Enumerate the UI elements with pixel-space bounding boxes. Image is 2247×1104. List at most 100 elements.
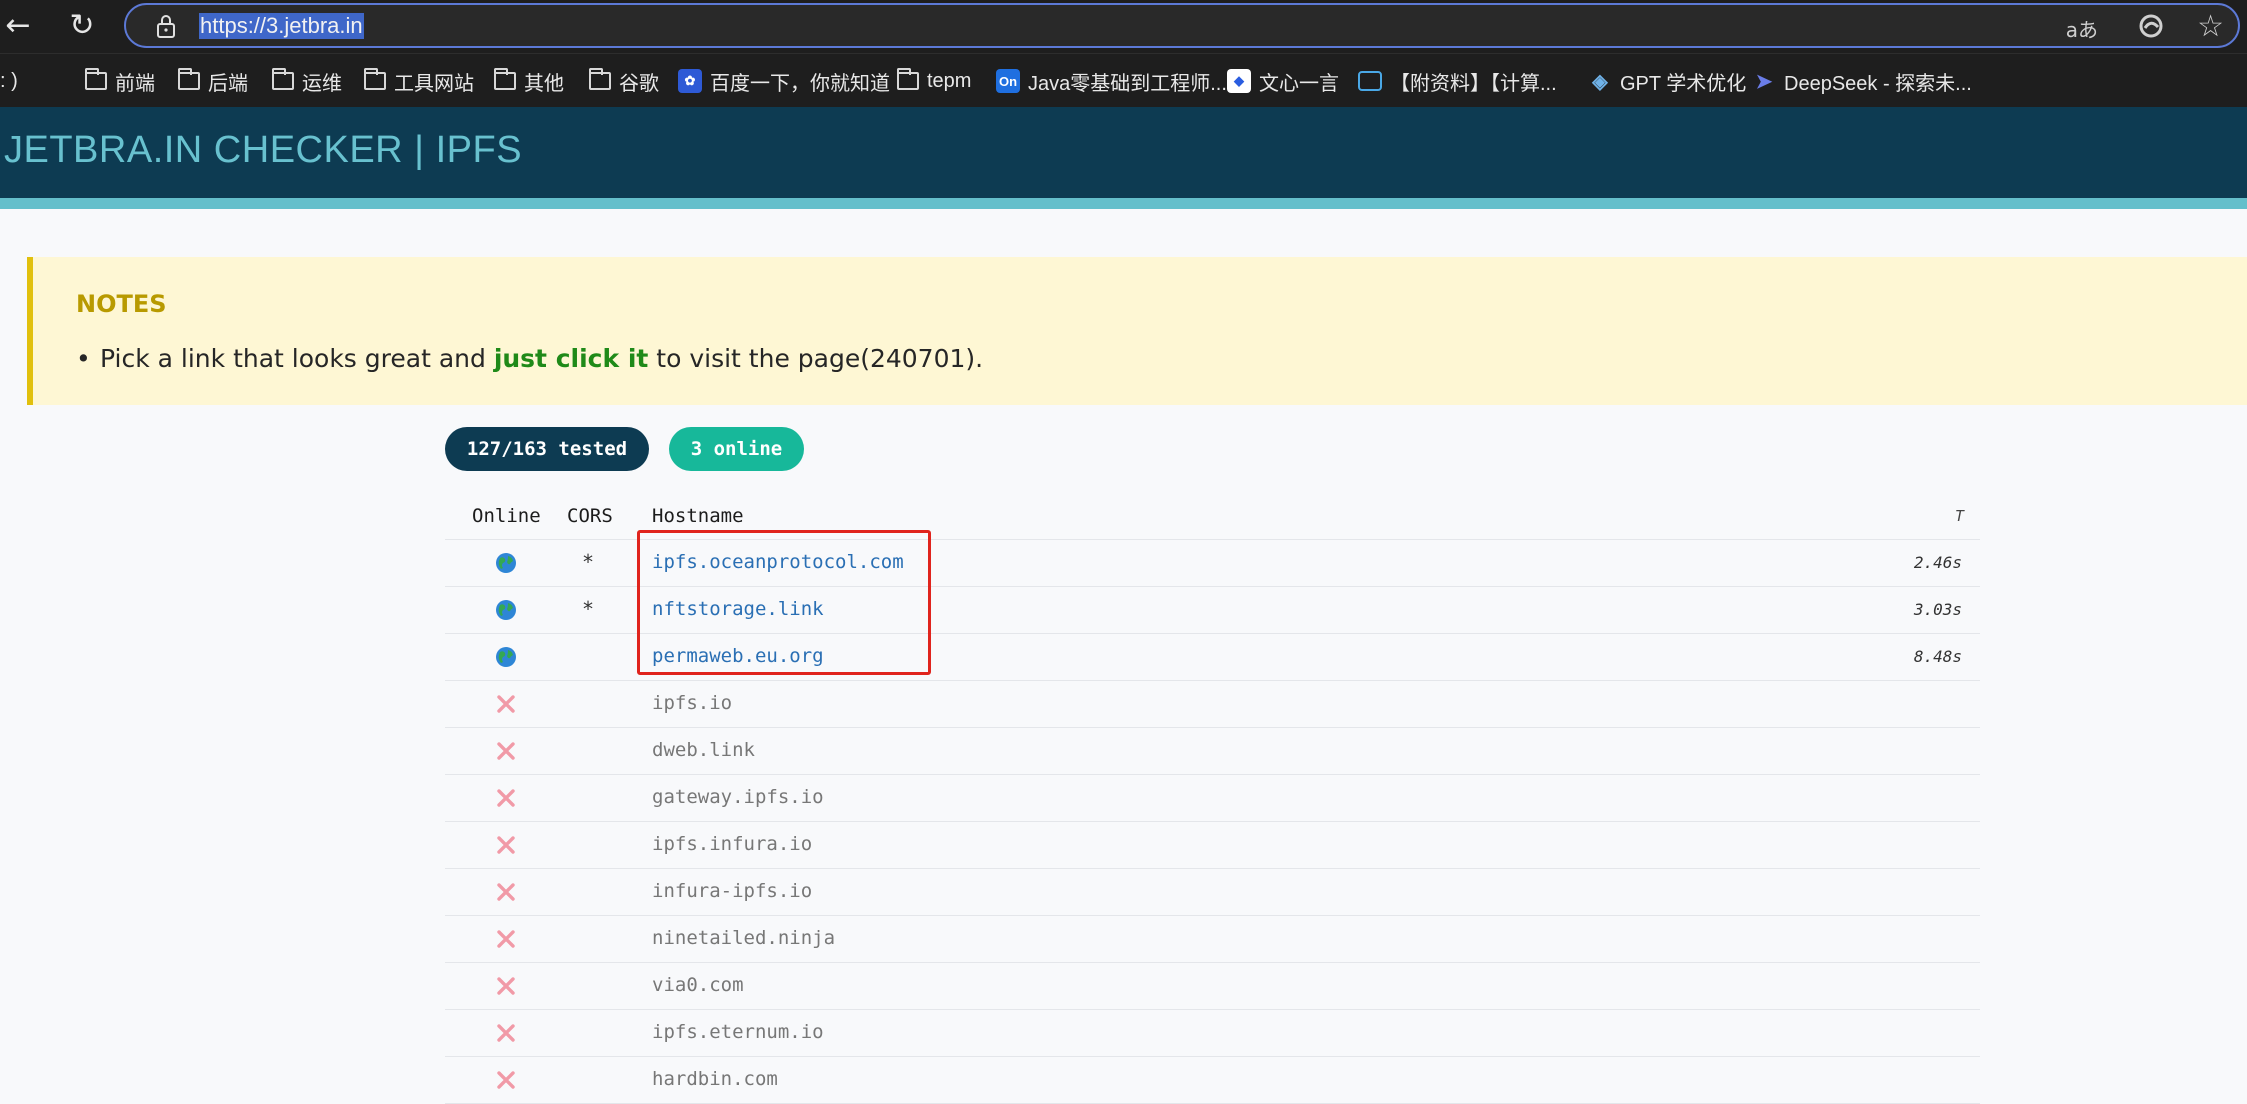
notes-emphasis: just click it xyxy=(493,344,649,373)
bookmark-folder[interactable]: 其他 xyxy=(494,68,564,95)
response-time-cell: 8.48s xyxy=(1913,647,1962,666)
offline-x-icon xyxy=(497,695,515,713)
browser-toolbar: ← ↻ https://3.jetbra.in aあ ☆ xyxy=(0,0,2247,53)
bookmark-folder[interactable]: 后端 xyxy=(178,68,248,95)
bookmark-item[interactable]: 【附资料】【计算... xyxy=(1358,68,1557,95)
hostname-text: hardbin.com xyxy=(652,1068,778,1090)
globe-online-icon xyxy=(496,600,516,620)
response-time-cell: 3.03s xyxy=(1913,600,1962,619)
favorite-star-icon[interactable]: ☆ xyxy=(2197,9,2224,44)
bookmark-item[interactable]: ◆ 文心一言 xyxy=(1227,68,1339,95)
bookmark-item[interactable]: On Java零基础到工程师... xyxy=(996,68,1227,95)
bookmark-folder[interactable]: 运维 xyxy=(272,68,342,95)
bookmark-label: GPT 学术优化 xyxy=(1620,72,1747,95)
response-time-cell: 2.46s xyxy=(1913,553,1962,572)
offline-x-icon xyxy=(497,742,515,760)
offline-x-icon xyxy=(497,977,515,995)
hostname-text: ipfs.eternum.io xyxy=(652,1021,824,1043)
bookmark-folder[interactable]: tepm xyxy=(897,68,971,94)
bookmark-label: DeepSeek - 探索未... xyxy=(1784,72,1972,95)
oneline-icon: On xyxy=(996,69,1020,93)
hostname-text: infura-ipfs.io xyxy=(652,880,813,902)
notes-text-after: to visit the page(240701). xyxy=(648,344,984,373)
hostname-text: ipfs.infura.io xyxy=(652,833,813,855)
tested-count-badge: 127/163 tested xyxy=(445,427,649,471)
notes-text-before: Pick a link that looks great and xyxy=(100,344,494,373)
deepseek-icon: ➤ xyxy=(1755,70,1773,93)
wenxin-icon: ◆ xyxy=(1227,69,1251,93)
highlight-annotation-box xyxy=(637,530,931,675)
table-row: dweb.link xyxy=(445,728,1980,775)
hostname-text: ninetailed.ninja xyxy=(652,927,836,949)
page-header: JETBRA.IN CHECKER | IPFS xyxy=(0,107,2247,198)
offline-x-icon xyxy=(497,1071,515,1089)
bookmark-folder[interactable]: 工具网站 xyxy=(364,68,474,95)
globe-online-icon xyxy=(496,647,516,667)
edge-icon[interactable] xyxy=(2138,13,2164,39)
hostname-text: dweb.link xyxy=(652,739,755,761)
offline-x-icon xyxy=(497,883,515,901)
table-row: ipfs.eternum.io xyxy=(445,1010,1980,1057)
folder-icon xyxy=(364,68,386,90)
hostname-text: ipfs.io xyxy=(652,692,733,714)
bookmark-item[interactable]: ◈ GPT 学术优化 xyxy=(1588,68,1747,95)
lock-icon[interactable] xyxy=(154,13,178,39)
bookmarks-bar: : ) 前端 后端 运维 工具网站 其他 谷歌 ✿ 百度一下，你就知道 tepm… xyxy=(0,53,2247,107)
notes-title: NOTES xyxy=(76,290,167,318)
table-row: infura-ipfs.io xyxy=(445,869,1980,916)
table-row: ipfs.infura.io xyxy=(445,822,1980,869)
gpt-icon: ◈ xyxy=(1592,70,1608,93)
bookmark-folder[interactable]: 谷歌 xyxy=(589,68,659,95)
notes-item: • Pick a link that looks great and just c… xyxy=(76,344,983,373)
read-aloud-icon[interactable]: aあ xyxy=(2066,14,2098,43)
bookmark-label: 文心一言 xyxy=(1259,72,1339,95)
bookmark-label: 运维 xyxy=(302,72,342,95)
back-arrow-icon[interactable]: ← xyxy=(0,8,36,44)
bookmark-label: 百度一下，你就知道 xyxy=(710,72,890,95)
column-header-hostname[interactable]: Hostname xyxy=(652,505,744,527)
address-bar[interactable]: https://3.jetbra.in aあ ☆ xyxy=(124,3,2240,48)
offline-x-icon xyxy=(497,836,515,854)
notes-box: NOTES • Pick a link that looks great and … xyxy=(27,257,2247,405)
bullet: • xyxy=(76,344,91,373)
bookmark-folder[interactable]: 前端 xyxy=(85,68,155,95)
url-text[interactable]: https://3.jetbra.in xyxy=(199,13,364,39)
bookmark-label: tepm xyxy=(927,69,972,92)
folder-icon xyxy=(494,68,516,90)
bookmark-label: : ) xyxy=(0,69,18,92)
bookmark-label: 【附资料】【计算... xyxy=(1390,72,1557,95)
header-stripe xyxy=(0,198,2247,209)
bookmark-label: 后端 xyxy=(208,72,248,95)
bookmark-label: 工具网站 xyxy=(394,72,474,95)
bookmark-label: Java零基础到工程师... xyxy=(1028,72,1227,95)
table-row: via0.com xyxy=(445,963,1980,1010)
bookmark-item[interactable]: : ) xyxy=(0,68,18,94)
table-row: ninetailed.ninja xyxy=(445,916,1980,963)
bookmark-label: 谷歌 xyxy=(619,72,659,95)
column-header-online[interactable]: Online xyxy=(472,505,541,527)
column-header-time[interactable]: T xyxy=(1955,507,1964,525)
bilibili-icon xyxy=(1358,71,1382,91)
online-count-badge: 3 online xyxy=(669,427,804,471)
page-title: JETBRA.IN CHECKER | IPFS xyxy=(4,129,523,171)
offline-x-icon xyxy=(497,1024,515,1042)
offline-x-icon xyxy=(497,789,515,807)
folder-icon xyxy=(589,68,611,90)
table-row: hardbin.com xyxy=(445,1057,1980,1104)
hostname-text: via0.com xyxy=(652,974,744,996)
bookmark-item[interactable]: ➤ DeepSeek - 探索未... xyxy=(1752,68,1972,95)
hostname-text: gateway.ipfs.io xyxy=(652,786,824,808)
bookmark-label: 其他 xyxy=(524,72,564,95)
folder-icon xyxy=(897,68,919,90)
folder-icon xyxy=(85,68,107,90)
cors-cell: * xyxy=(582,550,595,574)
reload-icon[interactable]: ↻ xyxy=(64,8,100,44)
cors-cell: * xyxy=(582,597,595,621)
folder-icon xyxy=(178,68,200,90)
column-header-cors[interactable]: CORS xyxy=(567,505,613,527)
globe-online-icon xyxy=(496,553,516,573)
table-row: ipfs.io xyxy=(445,681,1980,728)
table-row: gateway.ipfs.io xyxy=(445,775,1980,822)
bookmark-item[interactable]: ✿ 百度一下，你就知道 xyxy=(678,68,890,95)
bookmark-label: 前端 xyxy=(115,72,155,95)
